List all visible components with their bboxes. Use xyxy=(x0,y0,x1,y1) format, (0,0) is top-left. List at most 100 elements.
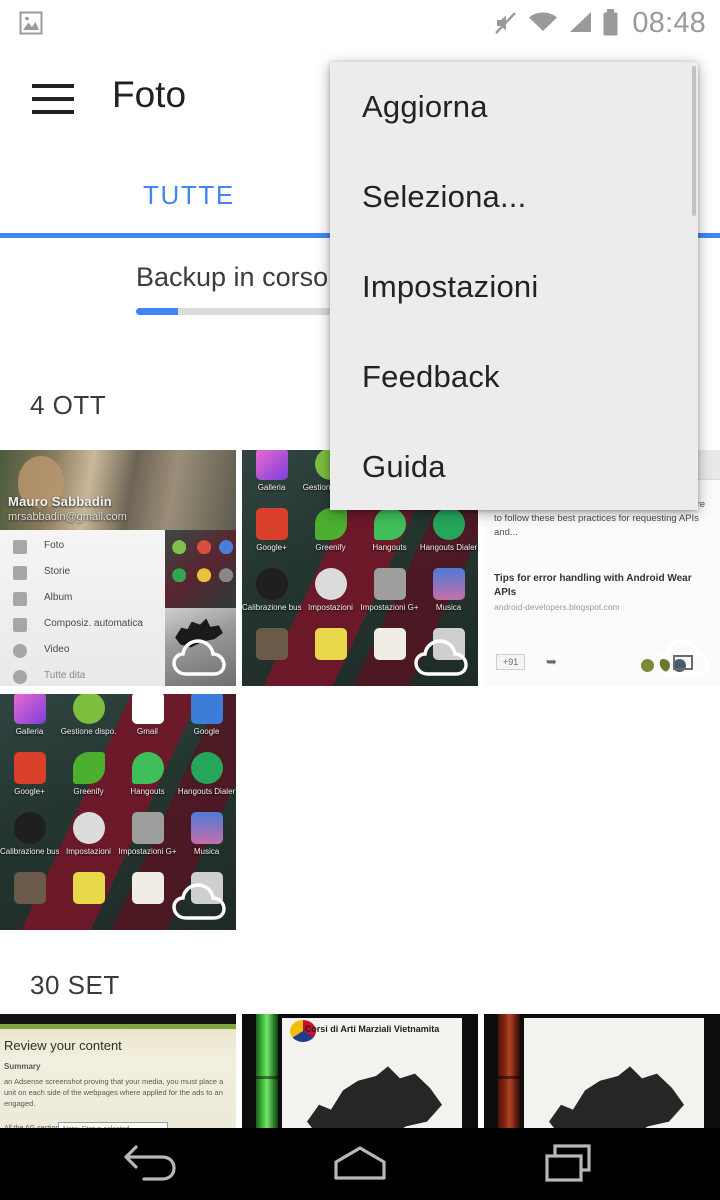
app-icon xyxy=(256,450,288,480)
status-icons: 08:48 xyxy=(493,8,706,38)
photo-thumbnail[interactable]: Review your content Summary an Adsense s… xyxy=(0,1014,236,1135)
menu-item-label: Feedback xyxy=(362,359,500,394)
app-cell: Impostazioni G+ xyxy=(360,566,419,626)
app-label: Impostazioni G+ xyxy=(360,603,419,612)
photo-thumbnail[interactable]: Corsi di Arti Marziali Vietnamita xyxy=(242,1014,478,1135)
menu-item-seleziona[interactable]: Seleziona... xyxy=(330,152,698,242)
recents-button[interactable] xyxy=(495,1128,645,1200)
app-row: Google+ Greenify Hangouts Hangouts Diale… xyxy=(242,506,478,566)
cloud-upload-icon xyxy=(172,883,226,920)
app-icon xyxy=(315,568,347,600)
app-row: Calibrazione bussola Impostazioni Impost… xyxy=(0,810,236,870)
document-body: an Adsense screenshot proving that your … xyxy=(4,1077,224,1108)
poster: Corsi di Arti Marziali Vietnamita xyxy=(282,1018,462,1135)
cellular-signal-icon xyxy=(570,12,592,32)
drawer-background-right xyxy=(165,530,236,608)
document-paper: Review your content Summary an Adsense s… xyxy=(0,1024,236,1135)
app-icon xyxy=(256,508,288,540)
poster-title: Corsi di Arti Marziali Vietnamita xyxy=(304,1024,440,1034)
app-cell: Hangouts xyxy=(360,506,419,566)
app-label: Hangouts Dialer xyxy=(419,543,478,552)
app-label: Calibrazione bussola xyxy=(242,603,301,612)
menu-item-aggiorna[interactable]: Aggiorna xyxy=(330,62,698,152)
home-icon xyxy=(334,1146,386,1180)
drawer-account-email: mrsabbadin@gmail.com xyxy=(8,511,127,523)
document-heading: Review your content xyxy=(4,1038,122,1053)
app-icon xyxy=(256,628,288,660)
drawer-item-label: Storie xyxy=(44,566,71,577)
hamburger-line xyxy=(32,110,74,114)
app-icon xyxy=(14,694,46,724)
red-bamboo xyxy=(498,1014,520,1135)
photo-thumbnail[interactable] xyxy=(484,1014,720,1135)
app-cell: Impostazioni G+ xyxy=(118,810,177,870)
menu-item-guida[interactable]: Guida xyxy=(330,422,698,512)
photo-thumbnail[interactable]: Galleria Gestione dispo. Gmail Google Go… xyxy=(0,694,236,930)
green-bamboo xyxy=(256,1014,278,1135)
app-label: Greenify xyxy=(73,787,104,796)
app-label: Galleria xyxy=(15,727,44,736)
app-label: Gmail xyxy=(137,727,158,736)
app-cell: Greenify xyxy=(301,506,360,566)
app-label: Gestione dispo. xyxy=(60,727,117,736)
martial-artist-figure xyxy=(307,1066,442,1135)
hamburger-menu-icon[interactable] xyxy=(32,84,74,114)
photo-thumbnail[interactable]: Mauro Sabbadin mrsabbadin@gmail.com Foto… xyxy=(0,450,236,686)
app-label: Greenify xyxy=(315,543,346,552)
menu-item-impostazioni[interactable]: Impostazioni xyxy=(330,242,698,332)
app-cell: Musica xyxy=(177,810,236,870)
app-label: Hangouts xyxy=(372,543,407,552)
hamburger-line xyxy=(32,97,74,101)
app-label: Hangouts xyxy=(130,787,165,796)
drawer-account-name: Mauro Sabbadin xyxy=(8,494,112,509)
martial-artist-figure xyxy=(549,1066,684,1135)
back-button[interactable] xyxy=(75,1128,225,1200)
app-cell: Galleria xyxy=(242,450,301,506)
app-icon xyxy=(191,752,223,784)
comment-badge-icon xyxy=(656,639,710,676)
post-link-url: android-developers.blogspot.com xyxy=(494,602,620,612)
date-header: 4 OTT xyxy=(30,390,107,420)
backup-status-label: Backup in corso xyxy=(136,262,329,292)
menu-item-label: Guida xyxy=(362,449,446,484)
home-button[interactable] xyxy=(285,1128,435,1200)
drawer-list-item: Storie xyxy=(0,560,165,586)
app-icon xyxy=(191,812,223,844)
overflow-menu[interactable]: Aggiorna Seleziona... Impostazioni Feedb… xyxy=(330,62,698,510)
plus-one-count: +91 xyxy=(496,654,526,670)
menu-item-feedback[interactable]: Feedback xyxy=(330,332,698,422)
app-cell: Hangouts Dialer xyxy=(177,750,236,810)
app-icon xyxy=(132,872,164,904)
hamburger-line xyxy=(32,84,74,88)
drawer-item-label: Album xyxy=(44,592,73,603)
video-icon xyxy=(13,644,27,658)
app-icon xyxy=(191,694,223,724)
app-cell xyxy=(360,626,419,686)
drawer-panel: Foto Storie Album Composiz. automatica V… xyxy=(0,530,165,686)
battery-icon xyxy=(603,9,618,36)
tab-tutte[interactable]: TUTTE xyxy=(143,180,235,211)
app-label: Hangouts Dialer xyxy=(177,787,236,796)
volume-mute-icon xyxy=(495,12,517,34)
auto-awesome-icon xyxy=(13,618,27,632)
stories-icon xyxy=(13,566,27,580)
app-cell xyxy=(0,870,59,930)
app-icon xyxy=(374,628,406,660)
poster xyxy=(524,1018,704,1135)
app-icon xyxy=(315,508,347,540)
back-arrow-icon xyxy=(124,1145,176,1181)
app-icon xyxy=(433,508,465,540)
app-cell: Google+ xyxy=(0,750,59,810)
document-subheading: Summary xyxy=(4,1062,41,1071)
app-cell: Impostazioni xyxy=(301,566,360,626)
cloud-upload-icon xyxy=(172,639,226,676)
app-cell xyxy=(59,870,118,930)
menu-scrollbar[interactable] xyxy=(692,66,696,216)
drawer-list-item: Foto xyxy=(0,534,165,560)
drawer-item-label: Video xyxy=(44,644,70,655)
album-icon xyxy=(13,592,27,606)
app-label: Impostazioni xyxy=(66,847,111,856)
drawer-item-label: Tutte dita xyxy=(44,670,86,681)
drawer-item-label: Composiz. automatica xyxy=(44,618,143,629)
app-label: Google+ xyxy=(256,543,287,552)
